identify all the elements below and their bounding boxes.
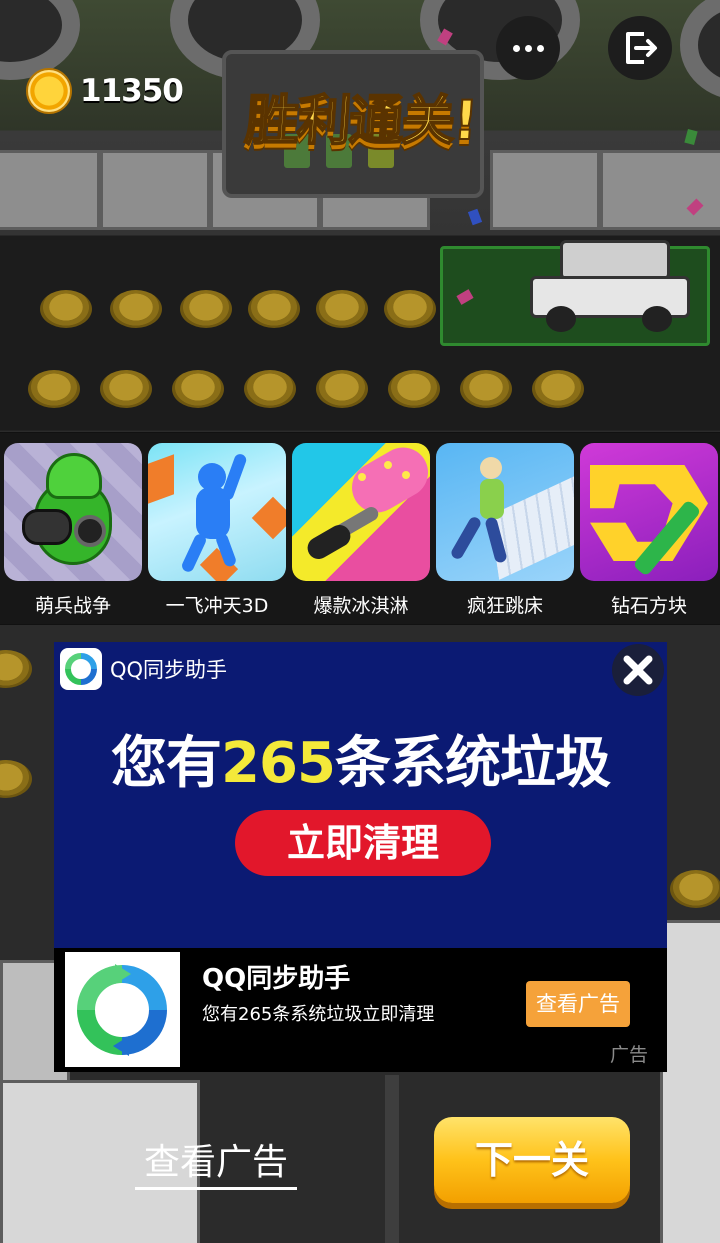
ad-clean-now-button[interactable]: 立即清理 — [235, 810, 491, 876]
ad-card[interactable]: QQ同步助手 您有265条系统垃圾 立即清理 QQ同步助手 您有265条系统垃圾… — [54, 642, 667, 1072]
ad-footer: QQ同步助手 您有265条系统垃圾立即清理 查看广告 广告 — [54, 948, 667, 1072]
coin-token — [316, 370, 368, 408]
more-dots-icon — [512, 44, 520, 52]
game-label: 一飞冲天3D — [165, 595, 269, 617]
floor-tile — [660, 920, 720, 1243]
coin-token — [28, 370, 80, 408]
coin-token — [40, 290, 92, 328]
ad-headline-pre: 您有 — [111, 731, 222, 796]
exit-button[interactable] — [608, 16, 672, 80]
road-line — [385, 1075, 399, 1243]
ad-view-button[interactable]: 查看广告 — [526, 981, 630, 1027]
paint-roller-icon — [292, 443, 430, 581]
coin-token — [100, 370, 152, 408]
coin-token — [388, 370, 440, 408]
close-icon — [623, 655, 653, 685]
ad-advertiser-name: QQ同步助手 — [110, 658, 228, 682]
floor-tile — [600, 150, 720, 230]
confetti-piece — [684, 128, 698, 146]
game-label: 爆款冰淇淋 — [313, 595, 409, 617]
ad-app-name: QQ同步助手 — [202, 964, 351, 994]
tire-ring — [680, 0, 720, 100]
ad-app-description: 您有265条系统垃圾立即清理 — [202, 1004, 435, 1025]
coin-token — [180, 290, 232, 328]
gold-coin-icon — [26, 68, 72, 114]
more-dots-icon — [536, 44, 544, 52]
coin-token — [244, 370, 296, 408]
coin-token — [670, 870, 720, 908]
ad-headline-number: 265 — [221, 731, 336, 796]
victory-title: 胜利通关! — [242, 88, 479, 153]
game-label: 疯狂跳床 — [466, 595, 543, 617]
blue-runner-icon — [148, 443, 286, 581]
ad-tag: 广告 — [610, 1044, 649, 1066]
more-button[interactable] — [496, 16, 560, 80]
car-icon — [530, 240, 690, 332]
game-card-mengbing[interactable]: 萌兵战争 — [4, 443, 142, 618]
ad-close-button[interactable] — [612, 644, 664, 696]
diamond-block-icon — [580, 443, 718, 581]
game-card-yifei[interactable]: 一飞冲天3D — [148, 443, 286, 618]
coin-token — [460, 370, 512, 408]
game-card-trampoline[interactable]: 疯狂跳床 — [436, 443, 574, 618]
coin-token — [532, 370, 584, 408]
coin-token — [0, 650, 32, 688]
coin-token — [316, 290, 368, 328]
floor-tile — [490, 150, 600, 230]
coin-token — [0, 760, 32, 798]
coin-count: 11350 — [80, 73, 184, 109]
game-card-diamond[interactable]: 钻石方块 — [580, 443, 718, 618]
trampoline-jumper-icon — [436, 443, 574, 581]
game-label: 萌兵战争 — [34, 595, 111, 617]
more-dots-icon — [524, 44, 532, 52]
game-label: 钻石方块 — [610, 595, 687, 617]
green-tank-soldier-icon — [4, 443, 142, 581]
floor-tile — [100, 150, 210, 230]
coin-token — [248, 290, 300, 328]
watch-ad-link[interactable]: 查看广告 — [135, 1140, 297, 1190]
coin-counter: 11350 — [26, 68, 184, 114]
exit-icon — [626, 32, 657, 64]
next-level-button[interactable]: 下一关 — [434, 1117, 630, 1203]
recommended-games-strip: 萌兵战争 一飞冲天3D 爆款冰淇淋 疯狂跳床 钻石方块 — [0, 432, 720, 625]
floor-tile — [0, 150, 100, 230]
ad-headline-post: 条系统垃圾 — [334, 731, 611, 796]
coin-token — [110, 290, 162, 328]
sync-app-icon — [65, 952, 180, 1067]
game-card-icecream[interactable]: 爆款冰淇淋 — [292, 443, 430, 618]
confetti-piece — [467, 208, 483, 226]
coin-token — [384, 290, 436, 328]
coin-token — [172, 370, 224, 408]
sync-app-icon — [60, 648, 102, 690]
ad-headline: 您有265条系统垃圾 — [54, 718, 667, 799]
